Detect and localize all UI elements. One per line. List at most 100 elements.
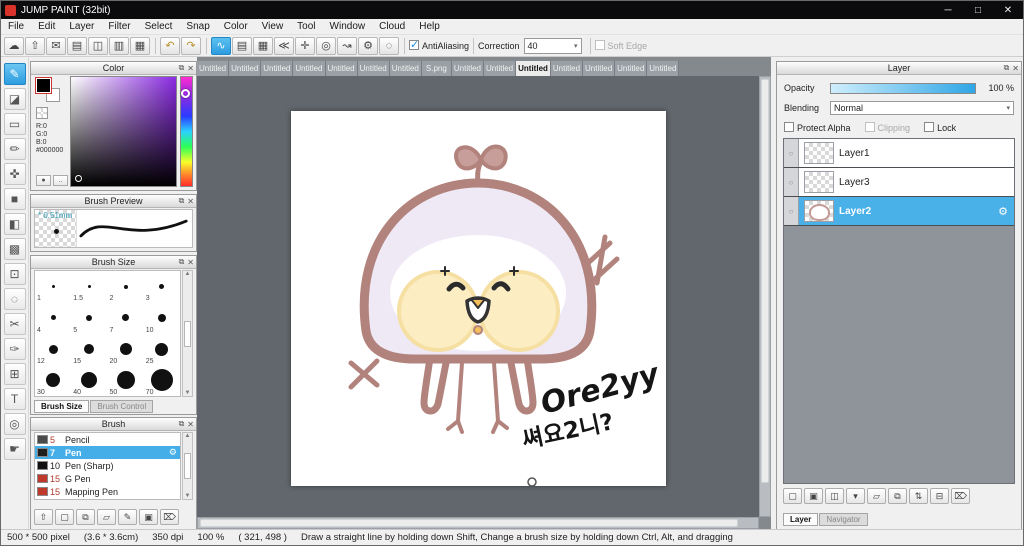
canvas-horizontal-scrollbar[interactable] (197, 517, 759, 529)
canvas[interactable]: Ore2yy 쎠요2니? (291, 111, 666, 487)
add-folder-icon[interactable]: ▱ (867, 488, 886, 504)
brush-item[interactable]: 5 Pencil (35, 433, 180, 446)
maximize-button[interactable]: □ (963, 1, 993, 19)
grid-snap-icon[interactable]: ▦ (253, 36, 273, 55)
new-brush-icon[interactable]: ▢ (55, 509, 74, 525)
document-tab[interactable]: S.png (421, 61, 452, 76)
brush-size-option[interactable]: 40 (71, 365, 107, 396)
hand-tool[interactable]: ☛ (3, 438, 26, 460)
save-brush-icon[interactable]: ▣ (139, 509, 158, 525)
document-tab[interactable]: Untitled (583, 61, 616, 76)
add-layer-icon[interactable]: ▢ (783, 488, 802, 504)
eye-icon[interactable]: ● (36, 175, 51, 186)
marquee-select-tool[interactable]: ⊡ (3, 263, 26, 285)
split-view-icon[interactable]: ▥ (109, 36, 129, 55)
panel-close-icon[interactable]: ✕ (187, 420, 194, 429)
layer-row[interactable]: ○ Layer1 (784, 139, 1014, 168)
edit-brush-icon[interactable]: ✎ (118, 509, 137, 525)
document-tab[interactable]: Untitled (615, 61, 648, 76)
menu-layer[interactable]: Layer (62, 21, 101, 32)
brush-size-option[interactable]: 1.5 (71, 271, 107, 302)
redo-icon[interactable]: ↷ (181, 36, 201, 55)
brush-size-option[interactable]: 1 (35, 271, 71, 302)
bucket-tool[interactable]: ◧ (3, 213, 26, 235)
menu-file[interactable]: File (1, 21, 31, 32)
document-tab[interactable]: Untitled (325, 61, 358, 76)
panel-close-icon[interactable]: ✕ (187, 64, 194, 73)
brush-size-option[interactable]: 7 (108, 302, 144, 334)
comment-icon[interactable]: ✉ (46, 36, 66, 55)
brush-size-option[interactable]: 5 (71, 302, 107, 334)
brush-list-scrollbar[interactable]: ▲ ▼ (182, 432, 193, 500)
document-tab[interactable]: Untitled (389, 61, 422, 76)
menu-cloud[interactable]: Cloud (372, 21, 412, 32)
scroll-up-icon[interactable]: ▲ (185, 433, 191, 439)
move-tool[interactable]: ✜ (3, 163, 26, 185)
antialiasing-checkbox[interactable] (409, 38, 419, 51)
menu-tool[interactable]: Tool (290, 21, 322, 32)
pages-icon[interactable]: ◫ (88, 36, 108, 55)
layer-link-toggle[interactable]: ○ (784, 197, 799, 225)
brush-item[interactable]: 10 Pen (Sharp) (35, 459, 180, 472)
text-tool[interactable]: T (3, 388, 26, 410)
document-tab[interactable]: Untitled (261, 61, 294, 76)
transparent-color-swatch[interactable] (36, 107, 48, 119)
scroll-thumb[interactable] (184, 320, 191, 347)
tab-brush-size[interactable]: Brush Size (34, 400, 90, 413)
scroll-up-icon[interactable]: ▲ (185, 271, 191, 277)
menu-view[interactable]: View (255, 21, 291, 32)
menu-color[interactable]: Color (217, 21, 255, 32)
display-icon[interactable]: ▤ (67, 36, 87, 55)
brush-size-option[interactable]: 30 (35, 365, 71, 396)
curve-snap-icon[interactable]: ↝ (337, 36, 357, 55)
delete-layer-icon[interactable]: ⌦ (951, 488, 970, 504)
brush-folder-icon[interactable]: ▱ (97, 509, 116, 525)
pen-correct-tool[interactable]: ✑ (3, 338, 26, 360)
menu-select[interactable]: Select (138, 21, 180, 32)
undo-icon[interactable]: ↶ (160, 36, 180, 55)
brush-size-option[interactable]: 10 (144, 302, 180, 334)
document-tab[interactable]: Untitled (550, 61, 584, 76)
document-tab[interactable]: Untitled (516, 61, 551, 76)
canvas-viewport[interactable]: Ore2yy 쎠요2니? (197, 76, 759, 517)
eraser-tool[interactable]: ◪ (3, 88, 26, 110)
zoom-tool[interactable]: ◎ (3, 413, 26, 435)
brush-size-option[interactable]: 20 (108, 334, 144, 365)
hue-marker[interactable] (181, 89, 190, 98)
sv-marker[interactable] (75, 175, 82, 182)
canvas-vertical-scrollbar[interactable] (759, 76, 771, 517)
merge-layer-icon[interactable]: ⊟ (930, 488, 949, 504)
gradient-tool[interactable]: ▩ (3, 238, 26, 260)
add-1bit-layer-icon[interactable]: ◫ (825, 488, 844, 504)
lasso-select-tool[interactable]: ◌ (3, 288, 26, 310)
close-button[interactable]: ✕ (993, 1, 1023, 19)
lock-toggle[interactable]: Lock (924, 121, 956, 133)
smoothing-brush-icon[interactable]: ∿ (211, 36, 231, 55)
document-tab[interactable]: Untitled (451, 61, 484, 76)
layer-link-toggle[interactable]: ○ (784, 139, 799, 167)
dock-up-icon[interactable]: ⇧ (34, 509, 53, 525)
layer-link-toggle[interactable]: ○ (784, 168, 799, 196)
brush-size-option[interactable]: 50 (108, 365, 144, 396)
menu-help[interactable]: Help (412, 21, 447, 32)
panel-close-icon[interactable]: ✕ (187, 197, 194, 206)
brush-size-option[interactable]: 15 (71, 334, 107, 365)
saturation-value-picker[interactable] (70, 76, 177, 187)
brush-size-option[interactable]: 70 (144, 365, 180, 396)
brush-size-scrollbar[interactable]: ▲ ▼ (182, 270, 193, 397)
brush-tool[interactable]: ✏ (3, 138, 26, 160)
scroll-down-icon[interactable]: ▼ (185, 493, 191, 499)
tab-layer[interactable]: Layer (783, 513, 819, 526)
document-tab[interactable]: Untitled (229, 61, 262, 76)
document-tab[interactable]: Untitled (357, 61, 390, 76)
delete-brush-icon[interactable]: ⌦ (160, 509, 179, 525)
snap-off-icon[interactable]: ◌ (379, 36, 399, 55)
circle-snap-icon[interactable]: ◎ (316, 36, 336, 55)
layer-row[interactable]: ○ Layer2 ⚙ (784, 197, 1014, 226)
clipping-checkbox[interactable] (864, 121, 875, 132)
protect-alpha-toggle[interactable]: Protect Alpha (784, 121, 851, 133)
brush-size-option[interactable]: 4 (35, 302, 71, 334)
add-pixel-layer-icon[interactable]: ▣ (804, 488, 823, 504)
brush-item[interactable]: 7 Pen ⚙ (35, 446, 180, 459)
fill-rect-tool[interactable]: ■ (3, 188, 26, 210)
